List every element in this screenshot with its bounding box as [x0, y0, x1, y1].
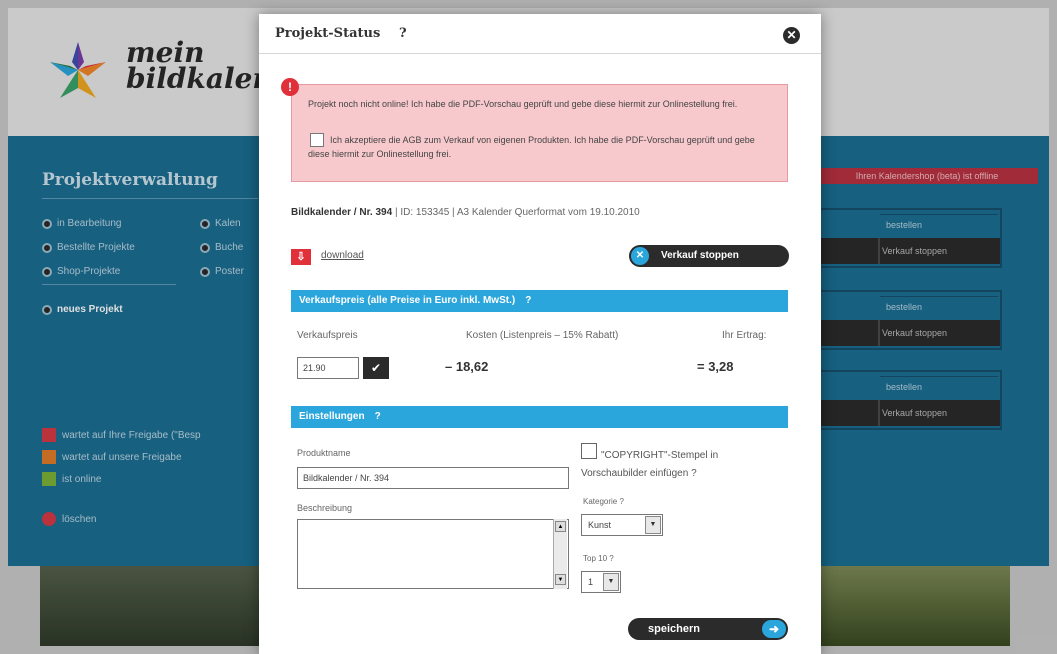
- product-name-label: Produktname: [297, 448, 351, 458]
- download-link[interactable]: download: [321, 250, 364, 261]
- accept-terms-checkbox[interactable]: [310, 133, 324, 147]
- help-link[interactable]: ?: [525, 295, 531, 306]
- warning-icon: !: [281, 78, 299, 96]
- dropdown-arrow-icon: ▼: [603, 573, 619, 591]
- settings-section-header: Einstellungen?: [291, 406, 788, 428]
- dropdown-arrow-icon: ▼: [645, 516, 661, 534]
- profit-value: = 3,28: [697, 359, 734, 374]
- cost-label: Kosten (Listenpreis – 15% Rabatt): [466, 330, 619, 341]
- project-status-dialog: Projekt-Status ? ✕ Projekt noch nicht on…: [259, 14, 821, 654]
- price-label: Verkaufspreis: [297, 330, 358, 341]
- description-scrollbar[interactable]: ▲ ▼: [553, 519, 567, 589]
- save-button[interactable]: speichern ➜: [628, 618, 788, 640]
- help-link[interactable]: ?: [375, 411, 381, 422]
- confirm-price-button[interactable]: ✔: [363, 357, 389, 379]
- description-label: Beschreibung: [297, 503, 353, 513]
- help-link[interactable]: ?: [399, 26, 407, 41]
- terms-label: Ich akzeptiere die AGB zum Verkauf von e…: [308, 135, 755, 159]
- top10-select[interactable]: 1 ▼: [581, 571, 621, 593]
- dialog-title: Projekt-Status: [275, 26, 381, 41]
- top10-label: Top 10 ?: [583, 554, 614, 563]
- profit-label: Ihr Ertrag:: [722, 330, 767, 341]
- scroll-down-icon[interactable]: ▼: [555, 574, 566, 585]
- pricing-section-header: Verkaufspreis (alle Preise in Euro inkl.…: [291, 290, 788, 312]
- stop-icon: ✕: [631, 247, 649, 265]
- description-textarea[interactable]: [297, 519, 569, 589]
- dialog-header: Projekt-Status ? ✕: [259, 14, 821, 54]
- price-input[interactable]: [297, 357, 359, 379]
- alert-message: Projekt noch nicht online! Ich habe die …: [308, 99, 738, 109]
- copyright-stamp-checkbox[interactable]: [581, 443, 597, 459]
- calendar-info: Bildkalender / Nr. 394 | ID: 153345 | A3…: [291, 207, 640, 218]
- category-label: Kategorie ?: [583, 497, 624, 506]
- copyright-stamp-label: "COPYRIGHT"-Stempel in Vorschaubilder ei…: [581, 450, 719, 479]
- cost-value: – 18,62: [445, 359, 489, 374]
- product-name-input[interactable]: [297, 467, 569, 489]
- stop-sale-button[interactable]: ✕ Verkauf stoppen: [629, 245, 789, 267]
- download-icon[interactable]: ⇩: [291, 249, 311, 265]
- arrow-right-icon: ➜: [762, 620, 786, 638]
- scroll-up-icon[interactable]: ▲: [555, 521, 566, 532]
- category-select[interactable]: Kunst ▼: [581, 514, 663, 536]
- close-button[interactable]: ✕: [783, 27, 800, 44]
- status-alert: Projekt noch nicht online! Ich habe die …: [291, 84, 788, 182]
